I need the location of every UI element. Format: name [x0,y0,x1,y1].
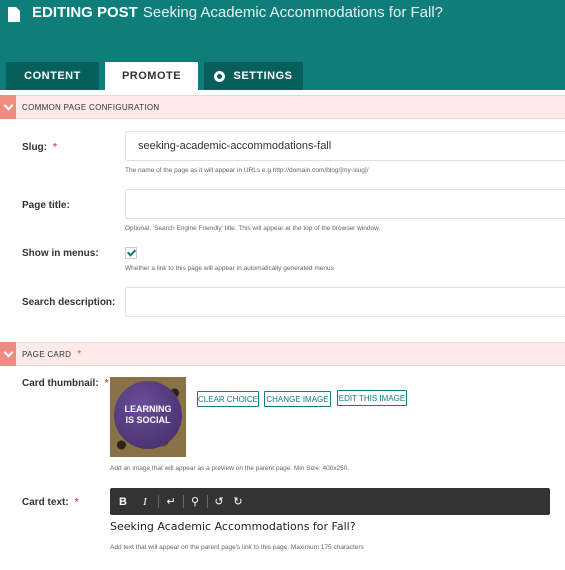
slug-label: Slug: * [22,142,57,153]
page-title-help: Optional. 'Search Engine Friendly' title… [125,225,381,232]
undo-button[interactable]: ↺ [211,494,227,509]
collapse-common-config-button[interactable] [0,95,16,119]
tab-content-label: CONTENT [24,70,81,82]
link-button[interactable]: ⚲ [187,494,203,509]
search-description-label: Search description: [22,297,116,308]
page-title-text: Seeking Academic Accommodations for Fall… [142,4,443,21]
card-thumbnail-label: Card thumbnail: * [22,378,109,389]
required-marker: * [104,378,109,389]
clear-choice-button[interactable]: CLEAR CHOICE [197,391,259,407]
gear-icon [214,70,226,82]
section-title: COMMON PAGE CONFIGURATION [22,102,160,112]
change-image-button[interactable]: CHANGE IMAGE [264,391,331,407]
required-marker: * [77,348,82,360]
section-title: PAGE CARD [22,349,72,359]
tab-promote[interactable]: PROMOTE [105,62,198,90]
page-header: EDITING POST Seeking Academic Accommodati… [0,0,565,90]
page-title: EDITING POST Seeking Academic Accommodati… [32,4,443,21]
toolbar-divider [183,495,184,508]
slug-label-text: Slug: [22,142,47,153]
tab-settings[interactable]: SETTINGS [204,62,303,90]
page-title-input[interactable] [125,189,565,219]
slug-help: The name of the page as it will appear i… [125,167,369,174]
slug-input[interactable] [125,131,565,161]
tab-promote-label: PROMOTE [121,70,182,82]
badge-line-2: IS SOCIAL [125,415,171,425]
search-description-input[interactable] [125,287,565,317]
section-page-card: PAGE CARD * [0,342,565,366]
required-marker: * [74,497,79,508]
page-title-prefix: EDITING POST [32,4,138,21]
tab-content[interactable]: CONTENT [6,62,99,90]
collapse-page-card-button[interactable] [0,342,16,366]
card-text-editor[interactable]: Seeking Academic Accommodations for Fall… [110,520,356,533]
bold-button[interactable]: B [115,494,131,509]
chevron-down-icon [3,347,13,358]
required-marker: * [53,142,57,153]
badge-line-1: LEARNING [124,404,172,414]
chevron-down-icon [3,100,13,111]
line-break-button[interactable]: ↵ [163,494,179,509]
show-in-menus-checkbox[interactable] [125,247,137,259]
show-in-menus-help: Whether a link to this page will appear … [125,265,334,272]
show-in-menus-label: Show in menus: [22,248,99,259]
card-thumbnail-label-text: Card thumbnail: [22,378,99,389]
toolbar-divider [158,495,159,508]
redo-button[interactable]: ↻ [230,494,246,509]
italic-button[interactable]: I [137,494,153,509]
card-text-label: Card text: * [22,497,79,508]
card-text-label-text: Card text: [22,497,69,508]
section-common-config: COMMON PAGE CONFIGURATION [0,95,565,119]
tab-settings-label: SETTINGS [233,70,293,82]
page-title-label: Page title: [22,200,70,211]
card-thumbnail-help: Add an image that will appear as a previ… [110,465,350,472]
checkmark-icon [126,247,136,257]
rich-text-toolbar: B I ↵ ⚲ ↺ ↻ [110,488,550,515]
card-text-help: Add text that will appear on the parent … [110,544,364,551]
learning-badge: LEARNING IS SOCIAL [114,381,182,449]
toolbar-divider [207,495,208,508]
document-icon [8,7,20,22]
edit-image-button[interactable]: EDIT THIS IMAGE [337,390,407,406]
card-thumbnail-image[interactable]: LEARNING IS SOCIAL [110,377,186,457]
